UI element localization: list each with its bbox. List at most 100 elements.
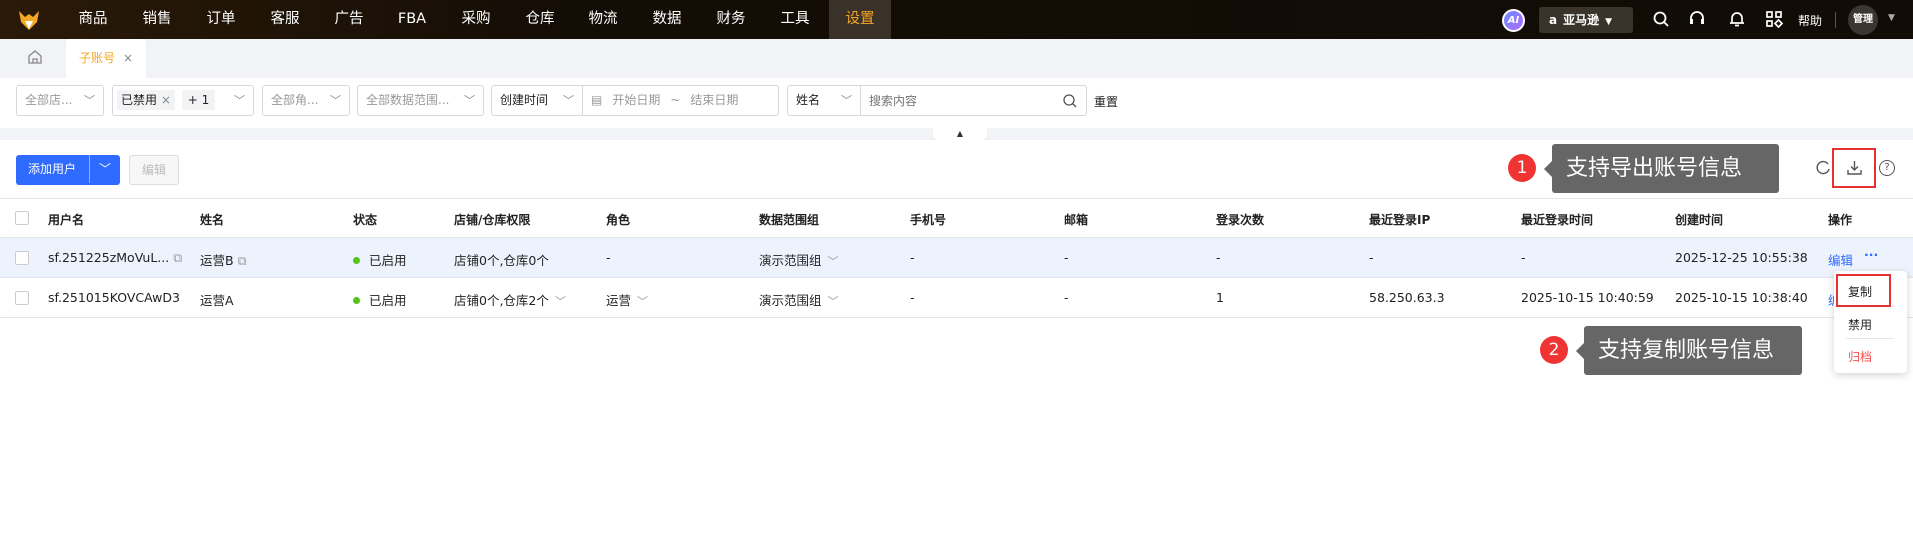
tab-sub-account[interactable]: 子账号 × bbox=[66, 39, 146, 78]
nav-sales[interactable]: 销售 bbox=[127, 0, 187, 39]
select-all-checkbox[interactable] bbox=[15, 211, 29, 225]
nav-goods[interactable]: 商品 bbox=[63, 0, 123, 39]
col-created: 创建时间 bbox=[1675, 213, 1724, 227]
status-select[interactable]: 已禁用 × + 1 ﹀ bbox=[112, 85, 254, 116]
status-dot bbox=[353, 257, 360, 264]
col-name: 姓名 bbox=[200, 213, 225, 227]
role-dropdown[interactable]: 运营 ﹀ bbox=[606, 290, 648, 309]
col-scope: 数据范围组 bbox=[759, 213, 820, 227]
help-icon[interactable]: ? bbox=[1879, 160, 1895, 176]
collapse-filters-toggle[interactable]: ▲ bbox=[933, 128, 987, 140]
divider bbox=[1835, 12, 1836, 28]
chevron-down-icon: ﹀ bbox=[234, 94, 245, 107]
nav-logistics[interactable]: 物流 bbox=[573, 0, 633, 39]
more-icon[interactable]: ··· bbox=[1864, 247, 1878, 262]
col-status: 状态 bbox=[353, 213, 378, 227]
nav-purchase[interactable]: 采购 bbox=[446, 0, 506, 39]
menu-divider bbox=[1846, 338, 1894, 339]
headset-icon[interactable] bbox=[1687, 10, 1707, 30]
chevron-down-icon: ﹀ bbox=[464, 94, 475, 107]
col-role: 角色 bbox=[606, 213, 631, 227]
chevron-down-icon: ﹀ bbox=[827, 295, 839, 308]
col-username: 用户名 bbox=[48, 213, 85, 227]
nav-data[interactable]: 数据 bbox=[637, 0, 697, 39]
edit-link[interactable]: 编辑 bbox=[1828, 250, 1853, 269]
role-select[interactable]: 全部角... ﹀ bbox=[262, 85, 350, 116]
top-nav: 商品 销售 订单 客服 广告 FBA 采购 仓库 物流 数据 财务 工具 设置 … bbox=[0, 0, 1913, 39]
scope-dropdown[interactable]: 演示范围组 ﹀ bbox=[759, 250, 839, 269]
add-user-button[interactable]: 添加用户 ﹀ bbox=[16, 155, 120, 185]
permission-dropdown[interactable]: 店铺0个,仓库2个 ﹀ bbox=[454, 290, 566, 309]
bell-icon[interactable] bbox=[1727, 10, 1747, 30]
ai-button[interactable]: AI bbox=[1502, 9, 1525, 32]
tab-label: 子账号 bbox=[79, 51, 116, 65]
col-phone: 手机号 bbox=[910, 213, 947, 227]
search-input[interactable] bbox=[860, 85, 1087, 116]
status-badge: 已启用 bbox=[353, 290, 407, 309]
add-user-dropdown[interactable]: ﹀ bbox=[89, 155, 120, 183]
col-actions: 操作 bbox=[1828, 213, 1853, 227]
scope-select[interactable]: 全部数据范围... ﹀ bbox=[357, 85, 484, 116]
calendar-icon: ▤ bbox=[591, 93, 603, 107]
col-email: 邮箱 bbox=[1064, 213, 1089, 227]
status-tag: 已禁用 × bbox=[117, 90, 175, 110]
date-range-picker[interactable]: ▤ 开始日期 ~ 结束日期 bbox=[582, 85, 779, 116]
nav-fba[interactable]: FBA bbox=[382, 0, 442, 39]
logo[interactable] bbox=[17, 8, 41, 32]
download-icon[interactable] bbox=[1846, 159, 1863, 179]
table-row[interactable]: sf.251015KOVCAwD3 运营A 已启用 店铺0个,仓库2个 ﹀ 运营 ﹀… bbox=[0, 278, 1913, 317]
scope-dropdown[interactable]: 演示范围组 ﹀ bbox=[759, 290, 839, 309]
apps-grid-icon[interactable] bbox=[1764, 10, 1784, 30]
annotation-tooltip-1: 支持导出账号信息 bbox=[1544, 144, 1779, 193]
amazon-icon: a bbox=[1549, 13, 1558, 27]
tab-bar: 子账号 × bbox=[0, 39, 1913, 78]
chevron-down-icon: ﹀ bbox=[827, 255, 839, 268]
annotation-tooltip-2: 支持复制账号信息 bbox=[1576, 326, 1802, 375]
row-checkbox[interactable] bbox=[15, 251, 29, 265]
search-icon[interactable] bbox=[1651, 10, 1671, 30]
highlight-box bbox=[1836, 274, 1891, 307]
annotation-badge-2: 2 bbox=[1540, 336, 1568, 364]
nav-finance[interactable]: 财务 bbox=[701, 0, 761, 39]
field-select[interactable]: 姓名 ﹀ bbox=[787, 85, 861, 116]
col-ip: 最近登录IP bbox=[1369, 213, 1431, 227]
caret-down-icon[interactable]: ▼ bbox=[1888, 13, 1895, 23]
table-row[interactable]: sf.251225zMoVuL... ⧉ 运营B ⧉ 已启用 店铺0个,仓库0个… bbox=[0, 238, 1913, 277]
menu-item-archive[interactable]: 归档 bbox=[1848, 348, 1872, 365]
chevron-down-icon: ﹀ bbox=[563, 94, 574, 107]
refresh-icon[interactable] bbox=[1815, 160, 1831, 179]
filter-bar: 全部店... ﹀ 已禁用 × + 1 ﹀ 全部角... ﹀ 全部数据范围... ﹀ 创… bbox=[0, 78, 1913, 128]
chevron-down-icon: ﹀ bbox=[637, 295, 649, 308]
col-permission: 店铺/仓库权限 bbox=[454, 213, 531, 227]
chevron-down-icon: ﹀ bbox=[330, 94, 341, 107]
nav-service[interactable]: 客服 bbox=[255, 0, 315, 39]
status-badge: 已启用 bbox=[353, 250, 407, 269]
platform-label: 亚马逊 bbox=[1563, 13, 1600, 27]
menu-item-disable[interactable]: 禁用 bbox=[1848, 316, 1872, 333]
close-icon[interactable]: × bbox=[123, 51, 133, 65]
chevron-down-icon: ﹀ bbox=[84, 94, 95, 107]
help-link[interactable]: 帮助 bbox=[1798, 12, 1822, 29]
copy-icon[interactable]: ⧉ bbox=[238, 253, 247, 268]
platform-selector[interactable]: a 亚马逊 ▼ bbox=[1539, 7, 1633, 33]
nav-ads[interactable]: 广告 bbox=[319, 0, 379, 39]
row-checkbox[interactable] bbox=[15, 291, 29, 305]
col-last-login: 最近登录时间 bbox=[1521, 213, 1594, 227]
nav-warehouse[interactable]: 仓库 bbox=[510, 0, 570, 39]
search-icon[interactable] bbox=[1062, 93, 1078, 112]
nav-tools[interactable]: 工具 bbox=[765, 0, 825, 39]
home-icon[interactable] bbox=[27, 49, 43, 68]
avatar[interactable]: 管理 bbox=[1848, 5, 1878, 35]
nav-settings[interactable]: 设置 bbox=[829, 0, 891, 39]
annotation-badge-1: 1 bbox=[1508, 154, 1536, 182]
copy-icon[interactable]: ⧉ bbox=[173, 250, 182, 265]
nav-orders[interactable]: 订单 bbox=[191, 0, 251, 39]
time-type-select[interactable]: 创建时间 ﹀ bbox=[491, 85, 583, 116]
chevron-down-icon: ﹀ bbox=[841, 94, 852, 107]
edit-button[interactable]: 编辑 bbox=[129, 155, 179, 185]
reset-button[interactable]: 重置 bbox=[1094, 93, 1118, 110]
status-more-tag: + 1 bbox=[181, 90, 216, 110]
store-select[interactable]: 全部店... ﹀ bbox=[16, 85, 104, 116]
tag-close-icon[interactable]: × bbox=[161, 93, 171, 107]
col-logins: 登录次数 bbox=[1216, 213, 1265, 227]
